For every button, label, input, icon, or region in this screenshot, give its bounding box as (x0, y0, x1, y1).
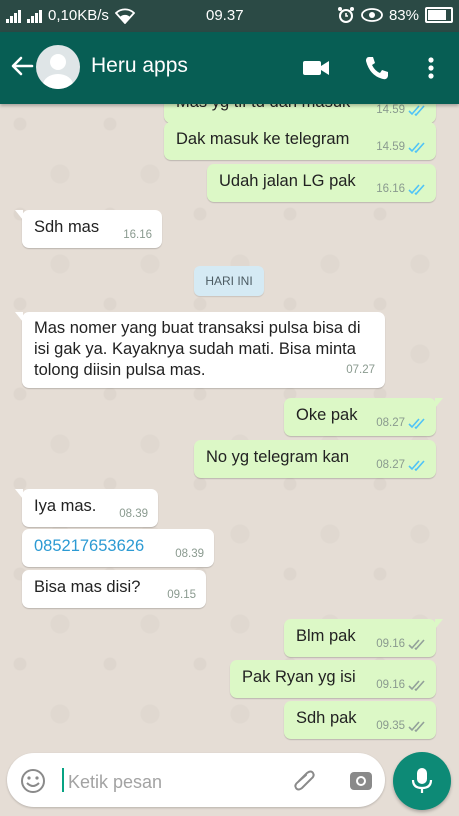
battery-percent: 83% (388, 6, 419, 24)
double-check-icon (408, 104, 425, 116)
message-time: 08.27 (376, 417, 405, 429)
double-check-icon (408, 638, 425, 650)
mic-icon (411, 768, 433, 793)
mic-button[interactable] (393, 752, 451, 810)
clock: 09.37 (206, 7, 244, 24)
text-cursor (62, 768, 64, 792)
message-time: 09.16 (376, 638, 405, 650)
message-time: 08.39 (175, 548, 204, 560)
message-time: 08.39 (119, 508, 148, 520)
message-bubble-outgoing[interactable]: Udah jalan LG pak 16.16 (207, 164, 436, 202)
message-bubble-incoming[interactable]: Mas nomer yang buat transaksi pulsa bisa… (15, 312, 385, 388)
double-check-icon (408, 417, 425, 429)
message-bubble-outgoing[interactable]: Mas yg tlf td dah masuk 14.59 (164, 104, 436, 123)
camera-icon[interactable] (347, 767, 375, 795)
message-time: 16.16 (123, 229, 152, 241)
message-time: 14.59 (376, 141, 405, 153)
message-time: 16.16 (376, 183, 405, 195)
avatar[interactable] (36, 45, 80, 89)
message-time: 09.15 (167, 589, 196, 601)
message-bubble-outgoing[interactable]: Pak Ryan yg isi 09.16 (230, 660, 436, 698)
emoji-icon[interactable] (19, 767, 47, 795)
message-bubble-incoming[interactable]: Bisa mas disi? 09.15 (22, 570, 206, 608)
date-divider: HARI INI (194, 266, 264, 296)
eye-icon (361, 8, 383, 22)
message-bubble-outgoing[interactable]: Dak masuk ke telegram 14.59 (164, 122, 436, 160)
double-check-icon (408, 141, 425, 153)
message-text: Mas nomer yang buat transaksi pulsa bisa… (34, 319, 361, 379)
message-time: 09.16 (376, 679, 405, 691)
double-check-icon (408, 679, 425, 691)
message-bubble-outgoing[interactable]: No yg telegram kan 08.27 (194, 440, 436, 478)
wifi-icon (114, 8, 135, 24)
message-composer (7, 753, 385, 807)
message-time: 09.35 (376, 720, 405, 732)
message-bubble-incoming[interactable]: 085217653626 08.39 (22, 529, 214, 567)
signal-icon-2 (27, 9, 42, 23)
message-time: 08.27 (376, 459, 405, 471)
double-check-icon (408, 183, 425, 195)
message-time: 14.59 (376, 104, 405, 116)
message-bubble-incoming[interactable]: Sdh mas 16.16 (15, 210, 162, 248)
battery-icon (425, 7, 453, 23)
status-bar: 0,10KB/s 09.37 83% (0, 0, 459, 32)
message-input[interactable] (66, 768, 280, 796)
more-vert-icon[interactable] (417, 54, 445, 82)
message-bubble-outgoing[interactable]: Sdh pak 09.35 (284, 701, 436, 739)
double-check-icon (408, 720, 425, 732)
message-bubble-outgoing[interactable]: Oke pak 08.27 (284, 398, 443, 436)
back-arrow-icon[interactable] (8, 52, 36, 80)
double-check-icon (408, 459, 425, 471)
message-bubble-outgoing[interactable]: Blm pak 09.16 (284, 619, 443, 657)
phone-icon[interactable] (363, 54, 391, 82)
video-call-icon[interactable] (302, 54, 330, 82)
alarm-icon (337, 7, 354, 23)
signal-icon (6, 9, 21, 23)
message-bubble-incoming[interactable]: Iya mas. 08.39 (15, 489, 158, 527)
message-list[interactable]: Mas yg tlf td dah masuk 14.59 Dak masuk … (0, 104, 459, 744)
attach-icon[interactable] (290, 766, 318, 794)
network-speed: 0,10KB/s (48, 7, 109, 24)
chat-header: Heru apps (0, 32, 459, 104)
message-time: 07.27 (346, 364, 375, 376)
contact-name[interactable]: Heru apps (91, 54, 188, 78)
